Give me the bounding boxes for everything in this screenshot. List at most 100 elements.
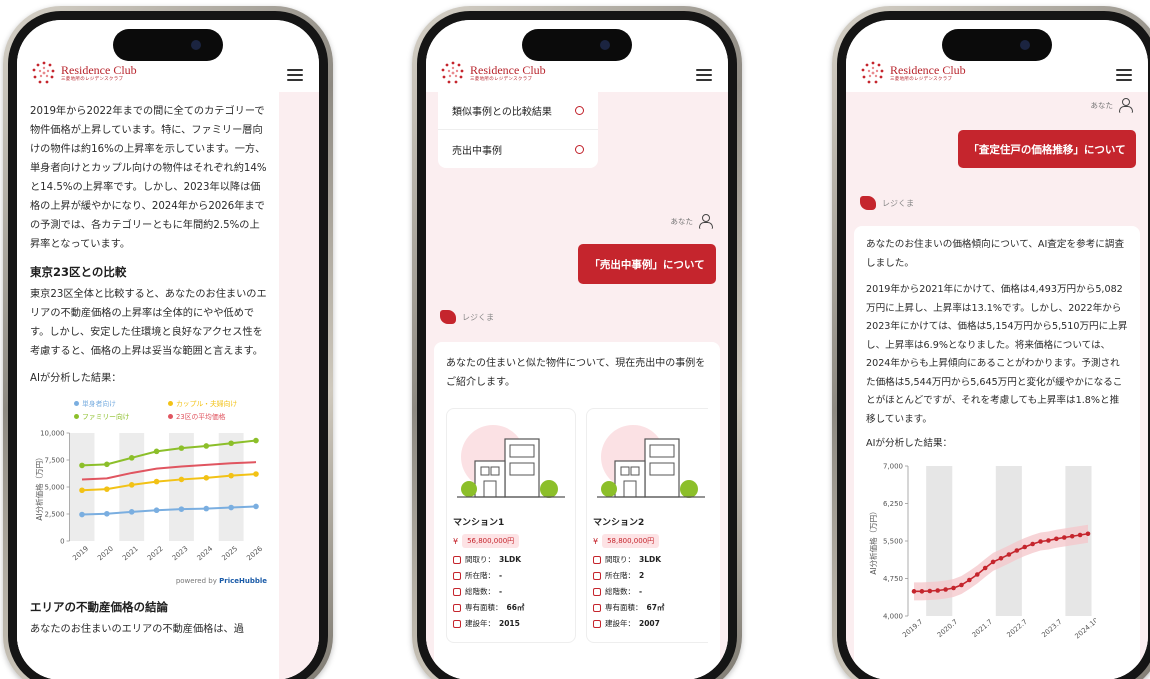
layers-icon [453, 587, 461, 596]
topic-menu: 類似事例との比較結果 売出中事例 [438, 92, 598, 168]
x-tick-label: 2021.7 [971, 617, 994, 638]
data-point [228, 472, 234, 479]
property-card[interactable]: マンション2 ¥58,800,000円 間取り： 3LDK 所在階： 2 総階数： -… [586, 408, 708, 643]
data-point [1038, 538, 1043, 544]
x-tick-label: 2020 [96, 545, 115, 563]
data-point [1022, 544, 1028, 549]
property-layout: 間取り： 3LDK [453, 554, 569, 565]
property-price: ¥56,800,000円 [453, 534, 569, 548]
chat-bubble-icon [575, 144, 584, 154]
legend-item: 23区の平均価格 [168, 411, 258, 421]
logo-mark-icon [32, 61, 55, 84]
brand-subtitle: 三菱地所のレジデンスクラブ [470, 76, 533, 82]
legend-swatch [74, 400, 79, 406]
bot-message-text: あなたの住まいと似た物件について、現在売出中の事例をご紹介します。 [446, 358, 706, 388]
bot-message-bubble: あなたのお住まいの価格傾向について、AI査定を参考に調査しました。 2019年か… [854, 226, 1140, 679]
bot-analysis-text: 2019年から2021年にかけて、価格は4,493万円から5,082万円に上昇し… [866, 284, 1128, 425]
property-card[interactable]: マンション1 ¥56,800,000円 間取り： 3LDK 所在階： - 総階数： -… [446, 408, 576, 643]
chat-content: 2019年から2022年までの間に全てのカテゴリーで物件価格が上昇しています。特… [17, 92, 319, 679]
data-point [128, 455, 135, 461]
yen-icon: ¥ [593, 536, 599, 546]
pricehubble-logo: PriceHubble [219, 577, 267, 585]
x-tick-label: 2021 [121, 545, 140, 563]
brand-logo[interactable]: Residence Club 三菱地所のレジデンスクラブ [860, 60, 966, 86]
data-point [911, 588, 917, 594]
hamburger-menu-icon[interactable] [287, 69, 303, 81]
y-tick-label: 4,750 [883, 575, 903, 583]
chart-band [69, 433, 95, 541]
chart-band [218, 433, 244, 541]
data-point [1069, 533, 1075, 539]
stairs-icon [593, 571, 601, 580]
hamburger-menu-icon[interactable] [1116, 69, 1132, 81]
conclusion-heading: エリアの不動産価格の結論 [30, 600, 168, 614]
user-message-bubble: 「査定住戸の価格推移」について [958, 130, 1136, 168]
data-point [943, 586, 948, 592]
data-point [1061, 534, 1067, 540]
data-point [153, 448, 160, 455]
x-tick-label: 2025 [220, 545, 239, 563]
legend-label: ファミリー向け [82, 413, 130, 421]
property-name: マンション2 [593, 518, 645, 528]
property-name: マンション1 [453, 518, 505, 528]
brand-logo[interactable]: Residence Club 三菱地所のレジデンスクラブ [31, 60, 137, 86]
x-tick-label: 2024.10 [1073, 616, 1096, 640]
data-point [1030, 541, 1035, 546]
data-point [253, 471, 259, 477]
data-point [128, 509, 135, 515]
stairs-icon [453, 571, 461, 580]
y-tick-label: 5,500 [883, 537, 903, 545]
logo-mark-icon [441, 61, 464, 84]
legend-swatch [168, 400, 173, 406]
building-illustration-icon [597, 425, 705, 498]
legend-label: 23区の平均価格 [176, 413, 226, 421]
analysis-label: AIが分析した結果： [866, 438, 953, 449]
topic-similar-cases[interactable]: 類似事例との比較結果 [438, 92, 598, 130]
data-point [1006, 551, 1012, 557]
x-tick-label: 2019.7 [901, 617, 924, 638]
property-area: 専有面積： 67㎡ [593, 602, 708, 613]
data-point [153, 507, 160, 514]
bear-avatar-icon [860, 196, 876, 210]
data-point [128, 482, 135, 488]
data-point [990, 559, 996, 564]
property-total-floors: 総階数： - [593, 586, 708, 597]
data-point [1046, 537, 1051, 543]
property-area: 専有面積： 66㎡ [453, 602, 569, 613]
phone-frame-1: Residence Club 三菱地所のレジデンスクラブ 2019年から2022… [3, 6, 333, 679]
x-tick-label: 2023.7 [1040, 617, 1063, 638]
legend-swatch [74, 413, 79, 419]
user-message-bubble: 「売出中事例」について [578, 244, 716, 284]
data-point [1014, 547, 1020, 553]
legend-label: カップル・夫婦向け [176, 400, 238, 408]
data-point [228, 440, 234, 447]
property-floor: 所在階： 2 [593, 570, 708, 581]
topic-for-sale[interactable]: 売出中事例 [438, 130, 598, 168]
hamburger-menu-icon[interactable] [696, 69, 712, 81]
y-axis-label: AI分析価格（万円） [868, 507, 878, 574]
data-point [1054, 536, 1059, 541]
data-point [228, 504, 234, 511]
y-tick-label: 10,000 [40, 430, 64, 438]
property-carousel[interactable]: マンション1 ¥56,800,000円 間取り： 3LDK 所在階： - 総階数： -… [446, 408, 708, 643]
data-point [79, 487, 85, 494]
user-label: あなた [671, 214, 713, 229]
dynamic-island [942, 29, 1052, 61]
y-tick-label: 6,250 [883, 500, 903, 508]
y-tick-label: 4,000 [883, 612, 903, 620]
user-label: あなた [1091, 98, 1133, 113]
legend-item: カップル・夫婦向け [168, 398, 258, 408]
floorplan-icon [593, 555, 601, 564]
layers-icon [593, 587, 601, 596]
property-price: ¥58,800,000円 [593, 534, 708, 548]
brand-logo[interactable]: Residence Club 三菱地所のレジデンスクラブ [440, 60, 546, 86]
data-point [79, 462, 85, 469]
y-tick-label: 7,500 [45, 457, 65, 465]
bot-label: レジくま [440, 310, 494, 324]
bot-message-bubble: あなたの住まいと似た物件について、現在売出中の事例をご紹介します。 マンション1… [434, 342, 720, 679]
data-point [927, 588, 933, 593]
powered-by[interactable]: powered by PriceHubble [30, 577, 267, 585]
y-tick-label: 0 [60, 538, 64, 546]
data-point [178, 476, 185, 483]
house-icon [593, 603, 601, 612]
